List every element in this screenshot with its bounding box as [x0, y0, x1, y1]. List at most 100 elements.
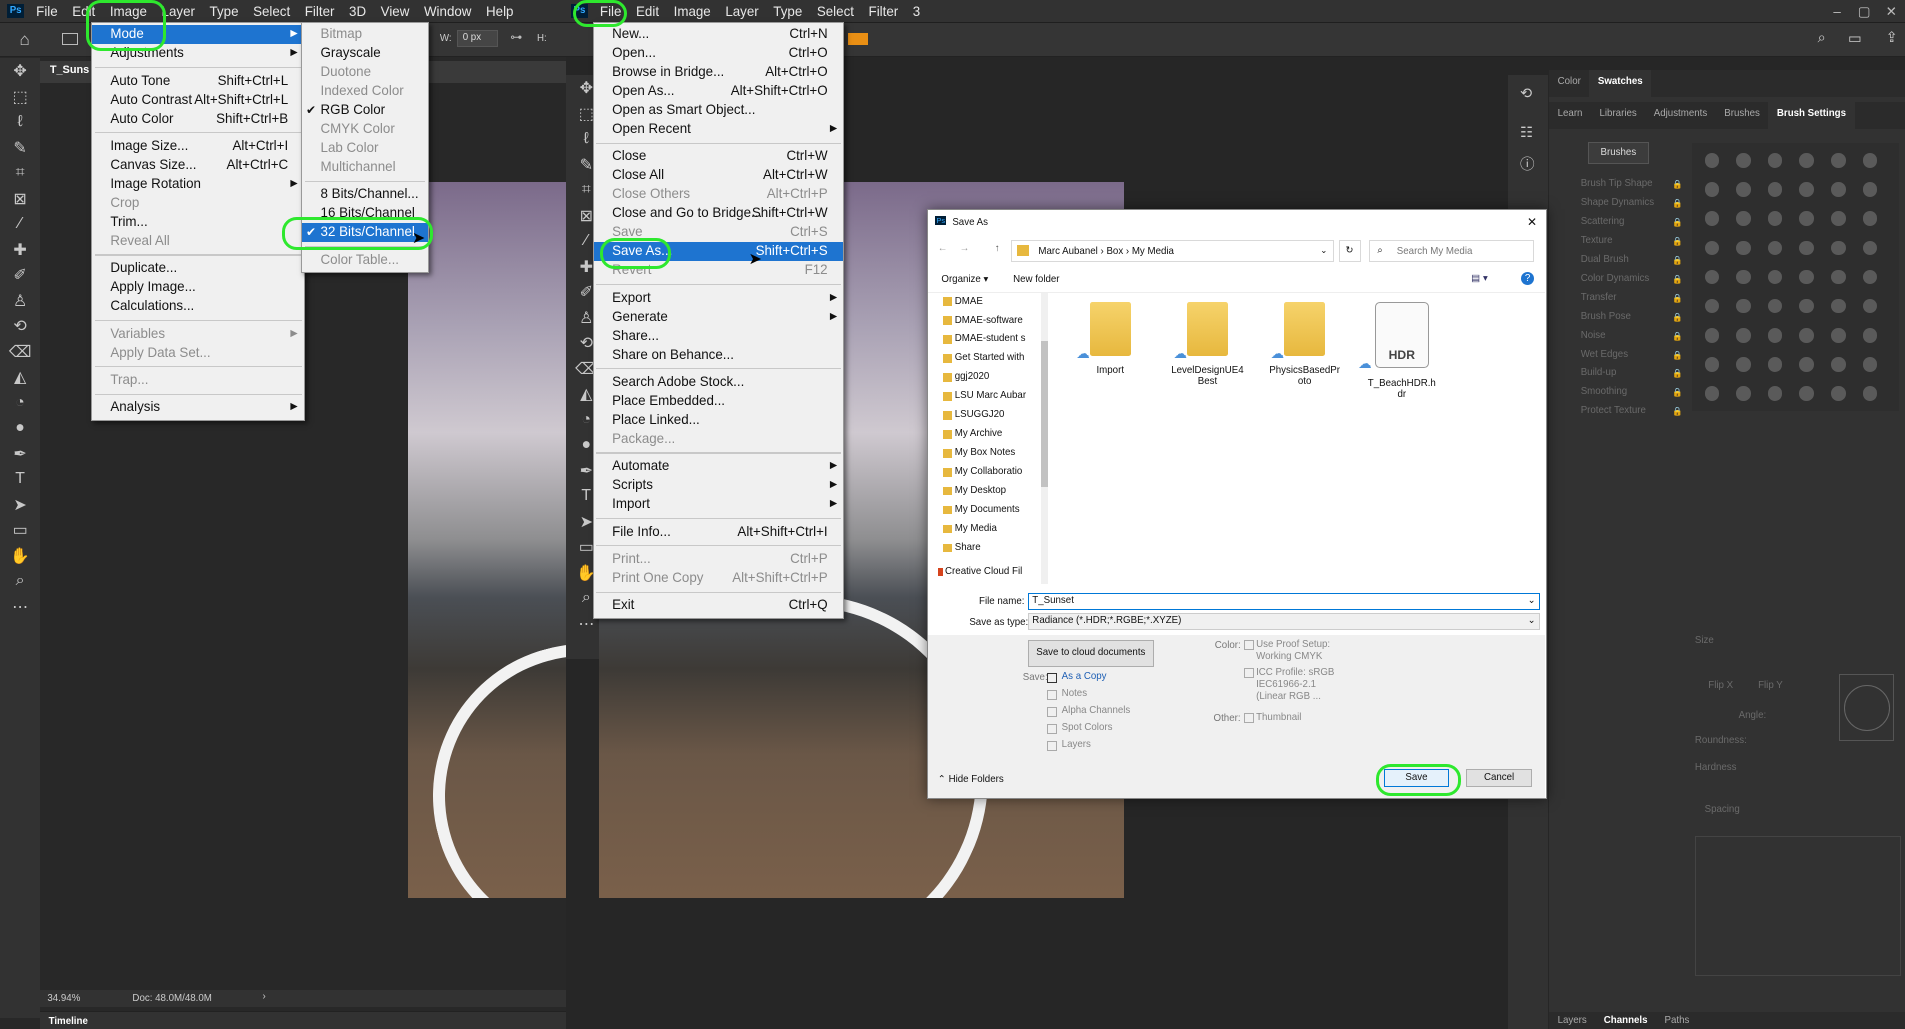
- brush-tip-preset[interactable]: [1830, 211, 1846, 226]
- brush-tip-preset[interactable]: [1799, 298, 1814, 314]
- brush-setting-dual-brush[interactable]: Dual Brush 🔒: [1556, 251, 1687, 270]
- brush-tip-preset[interactable]: [1862, 269, 1878, 285]
- file-menu-item-place-linked[interactable]: Place Linked...: [594, 411, 844, 430]
- brush-tip-preset[interactable]: [1830, 298, 1846, 314]
- tree-item-dmae-software[interactable]: DMAE-software: [938, 312, 1042, 331]
- menubar-item-select[interactable]: Select: [246, 0, 298, 23]
- brush-tip-preset[interactable]: [1704, 182, 1720, 197]
- angle-widget[interactable]: [1839, 674, 1895, 742]
- panel-tab-layers[interactable]: Layers: [1549, 1012, 1595, 1029]
- file-menu-item-export[interactable]: Export ▶: [594, 289, 844, 308]
- brush-tip-preset[interactable]: [1704, 269, 1720, 285]
- file-menu-item-open-as-smart-object[interactable]: Open as Smart Object...: [594, 101, 844, 120]
- brush-setting-texture[interactable]: Texture 🔒: [1556, 232, 1687, 251]
- brush-tip-preset[interactable]: [1799, 357, 1814, 372]
- tree-item-my-media[interactable]: My Media: [938, 520, 1042, 539]
- move-tool-icon[interactable]: ✥: [0, 58, 40, 84]
- save-option-layers[interactable]: Layers: [1047, 738, 1169, 755]
- brush-tip-preset[interactable]: [1767, 153, 1783, 168]
- menubar-item-filter[interactable]: Filter: [297, 0, 341, 23]
- home-icon[interactable]: ⌂: [19, 30, 29, 50]
- close-window-icon[interactable]: ✕: [1878, 0, 1904, 23]
- panel-tab-paths[interactable]: Paths: [1656, 1012, 1698, 1029]
- maximize-icon[interactable]: ▢: [1850, 0, 1877, 23]
- brush-tip-preset[interactable]: [1704, 357, 1720, 372]
- save-option-spot[interactable]: Spot Colors: [1047, 721, 1169, 738]
- mode-menu-item-8-bits-channel[interactable]: 8 Bits/Channel...: [302, 185, 428, 204]
- file-menu-item-scripts[interactable]: Scripts ▶: [594, 476, 844, 495]
- image-menu-item-image-size[interactable]: Image Size... Alt+Ctrl+I: [92, 137, 304, 156]
- brush-tip-preset[interactable]: [1799, 269, 1814, 285]
- file-menu-item-file-info[interactable]: File Info... Alt+Shift+Ctrl+I: [594, 523, 844, 542]
- panel-tab-swatches[interactable]: Swatches: [1589, 70, 1652, 98]
- thumbnail-checkbox[interactable]: [1243, 712, 1254, 723]
- brush-setting-transfer[interactable]: Transfer 🔒: [1556, 289, 1687, 308]
- checkbox[interactable]: [1047, 706, 1057, 717]
- image-menu-item-calculations[interactable]: Calculations...: [92, 297, 304, 316]
- flip-x[interactable]: Flip X: [1708, 680, 1733, 691]
- brush-tip-preset[interactable]: [1704, 211, 1720, 226]
- brush-tip-preset[interactable]: [1767, 328, 1783, 343]
- brush-tip-preset[interactable]: [1862, 211, 1878, 226]
- tree-item-creative-cloud-fil[interactable]: Creative Cloud Fil: [937, 563, 1042, 582]
- dialog-close-icon[interactable]: ✕: [1527, 215, 1537, 229]
- brush-tip-preset[interactable]: [1862, 240, 1878, 256]
- menubar-item-window[interactable]: Window: [417, 0, 479, 23]
- savetype-dropdown-icon[interactable]: ⌄: [1528, 614, 1536, 629]
- brush-tip-preset[interactable]: [1736, 328, 1751, 343]
- brush-setting-noise[interactable]: Noise 🔒: [1556, 327, 1687, 346]
- file-menu-item-exit[interactable]: Exit Ctrl+Q: [594, 596, 844, 615]
- image-menu-item-auto-contrast[interactable]: Auto Contrast Alt+Shift+Ctrl+L: [92, 91, 304, 110]
- brushes-button[interactable]: Brushes: [1587, 142, 1649, 164]
- brush-tip-preset[interactable]: [1799, 153, 1814, 168]
- path-select-icon[interactable]: ➤: [0, 492, 40, 518]
- checkbox[interactable]: [1047, 672, 1057, 683]
- marquee-tool-icon[interactable]: ⬚: [0, 84, 40, 110]
- panel-tab-adjustments[interactable]: Adjustments: [1645, 102, 1715, 129]
- file-menu-item-close-and-go-to-bridge[interactable]: Close and Go to Bridge... Shift+Ctrl+W: [594, 204, 844, 223]
- image-menu-item-duplicate[interactable]: Duplicate...: [92, 259, 304, 278]
- file-menu-item-automate[interactable]: Automate ▶: [594, 457, 844, 476]
- panel-tab-learn[interactable]: Learn: [1549, 102, 1591, 129]
- file-menu-item-place-embedded[interactable]: Place Embedded...: [594, 392, 844, 411]
- file-item-physicsbasedproto[interactable]: ☁ PhysicsBasedProto: [1256, 302, 1353, 424]
- tree-item-share[interactable]: Share: [938, 539, 1042, 558]
- brush-tip-preset[interactable]: [1830, 328, 1846, 343]
- image-menu-item-auto-tone[interactable]: Auto Tone Shift+Ctrl+L: [92, 72, 304, 91]
- brush-setting-brush-pose[interactable]: Brush Pose 🔒: [1556, 308, 1687, 327]
- image-menu-item-trim[interactable]: Trim...: [92, 213, 304, 232]
- tree-item-my-desktop[interactable]: My Desktop: [938, 482, 1042, 501]
- brush-tip-preset[interactable]: [1704, 153, 1720, 168]
- history-brush-icon[interactable]: ⟲: [0, 313, 40, 339]
- lasso-tool-icon[interactable]: ℓ: [0, 109, 40, 135]
- brush-tip-preset[interactable]: [1862, 298, 1878, 314]
- mode-menu-item-rgb-color[interactable]: ✔ RGB Color: [302, 101, 428, 120]
- brush-tip-preset[interactable]: [1862, 357, 1878, 372]
- file-item-import[interactable]: ☁ Import: [1062, 302, 1159, 424]
- forward-icon[interactable]: →: [960, 243, 970, 254]
- brush-tip-preset[interactable]: [1799, 182, 1814, 197]
- checkbox[interactable]: [1047, 740, 1057, 751]
- brush-tip-preset[interactable]: [1799, 240, 1814, 256]
- tree-item-get-started-with[interactable]: Get Started with: [938, 349, 1042, 368]
- up-icon[interactable]: ↑: [995, 243, 1000, 254]
- file-menu-item-open-as[interactable]: Open As... Alt+Shift+Ctrl+O: [594, 82, 844, 101]
- image-menu-item-canvas-size[interactable]: Canvas Size... Alt+Ctrl+C: [92, 156, 304, 175]
- file-menu-item-open[interactable]: Open... Ctrl+O: [594, 44, 844, 63]
- file-menu-item-import[interactable]: Import ▶: [594, 495, 844, 514]
- breadcrumb-my-media[interactable]: My Media: [1132, 246, 1174, 257]
- brush-tip-preset[interactable]: [1799, 328, 1814, 343]
- doc-tab-title[interactable]: T_Suns: [50, 64, 89, 76]
- brush-tip-preset[interactable]: [1736, 240, 1751, 256]
- brush-tip-preset[interactable]: [1736, 386, 1751, 401]
- brush-tip-preset[interactable]: [1736, 357, 1751, 372]
- checkbox[interactable]: [1047, 723, 1057, 734]
- share-icon[interactable]: ⇪: [1886, 29, 1898, 46]
- brush-tip-preset[interactable]: [1767, 269, 1783, 285]
- image-menu-item-image-rotation[interactable]: Image Rotation ▶: [92, 175, 304, 194]
- flip-y[interactable]: Flip Y: [1758, 680, 1783, 691]
- tree-item-lsu-marc-aubar[interactable]: LSU Marc Aubar: [938, 387, 1042, 406]
- shape-tool-icon[interactable]: ▭: [0, 517, 40, 543]
- panel-tab-brush-settings[interactable]: Brush Settings: [1768, 102, 1855, 129]
- status-arrow-icon[interactable]: ›: [262, 991, 265, 1002]
